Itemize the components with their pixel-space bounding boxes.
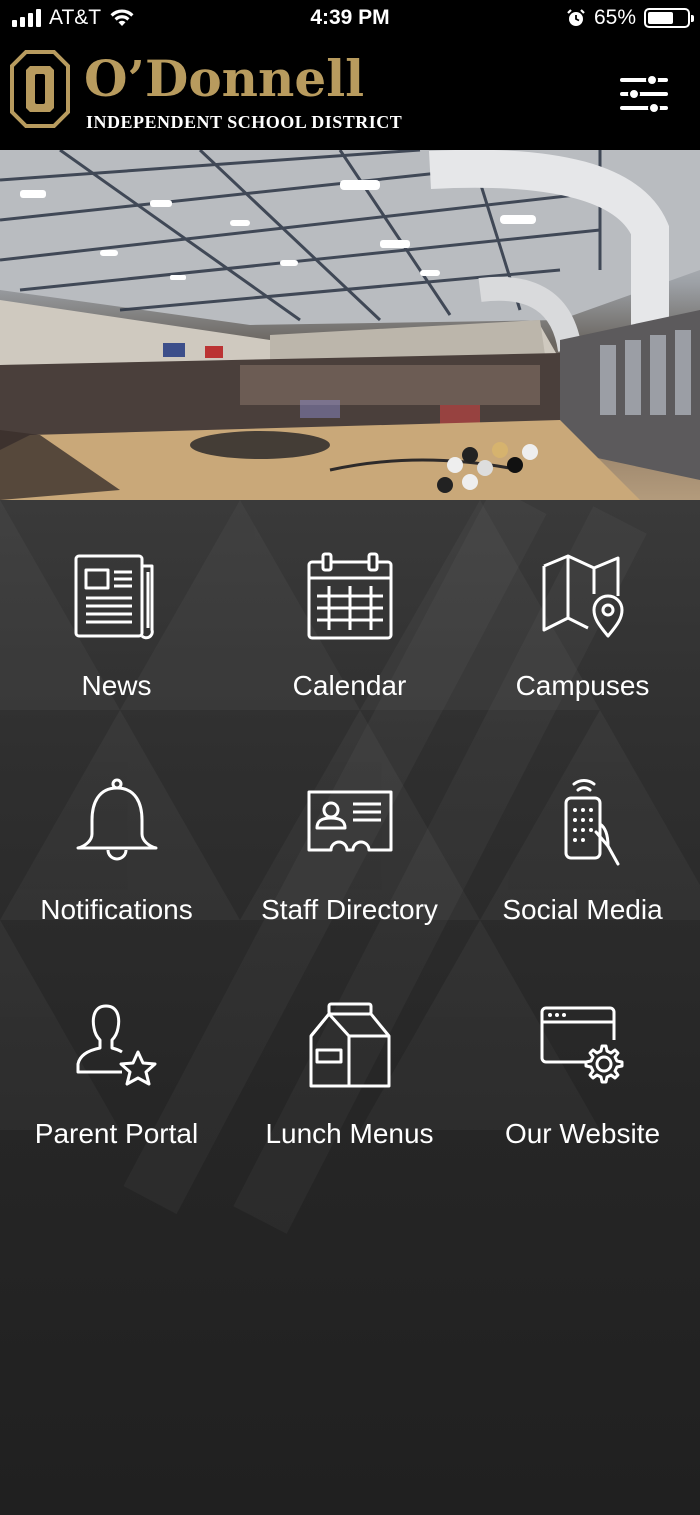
- tile-social-media[interactable]: Social Media: [466, 724, 699, 948]
- battery-fill: [648, 12, 673, 24]
- tile-label: Notifications: [40, 894, 193, 925]
- battery-icon: [644, 8, 694, 28]
- calendar-icon: [307, 552, 392, 640]
- tile-label: Campuses: [515, 670, 650, 701]
- alarm-icon: [567, 9, 585, 26]
- tile-label: News: [81, 670, 152, 701]
- tile-our-website[interactable]: Our Website: [466, 948, 699, 1172]
- tile-notifications[interactable]: Notifications: [0, 724, 233, 948]
- phone-hand-icon: [564, 779, 619, 866]
- brand-title: O’Donnell: [84, 49, 365, 108]
- hero-image: [0, 150, 700, 500]
- tile-label: Our Website: [504, 1118, 661, 1149]
- menu-grid: News Calendar Campuses Notifications Sta…: [0, 500, 700, 1515]
- tile-label: Staff Directory: [261, 894, 438, 925]
- app-header: O’Donnell INDEPENDENT SCHOOL DISTRICT: [0, 38, 700, 150]
- tile-label: Calendar: [292, 670, 407, 701]
- brand-subtitle: INDEPENDENT SCHOOL DISTRICT: [86, 112, 403, 132]
- tile-news[interactable]: News: [0, 500, 233, 724]
- battery-percent: 65%: [593, 6, 636, 29]
- browser-gear-icon: [540, 1006, 623, 1084]
- id-card-icon: [307, 790, 392, 852]
- status-bar: AT&T 4:39 PM 65%: [0, 0, 700, 38]
- tile-calendar[interactable]: Calendar: [233, 500, 466, 724]
- bell-icon: [76, 778, 157, 861]
- map-pin-icon: [542, 554, 623, 638]
- tile-campuses[interactable]: Campuses: [466, 500, 699, 724]
- sliders-icon[interactable]: [620, 74, 668, 114]
- gymnasium-photo: [0, 150, 700, 500]
- milk-carton-icon: [309, 1002, 390, 1088]
- newspaper-icon: [74, 554, 154, 640]
- user-star-icon: [76, 1004, 156, 1086]
- tile-staff-directory[interactable]: Staff Directory: [233, 724, 466, 948]
- tile-label: Lunch Menus: [265, 1118, 434, 1149]
- district-logo-icon: [10, 50, 70, 128]
- tile-parent-portal[interactable]: Parent Portal: [0, 948, 233, 1172]
- battery-tip: [691, 15, 694, 22]
- status-right: 65%: [566, 6, 694, 30]
- tile-label: Social Media: [502, 894, 663, 925]
- tile-label: Parent Portal: [34, 1118, 199, 1149]
- tile-lunch-menus[interactable]: Lunch Menus: [233, 948, 466, 1172]
